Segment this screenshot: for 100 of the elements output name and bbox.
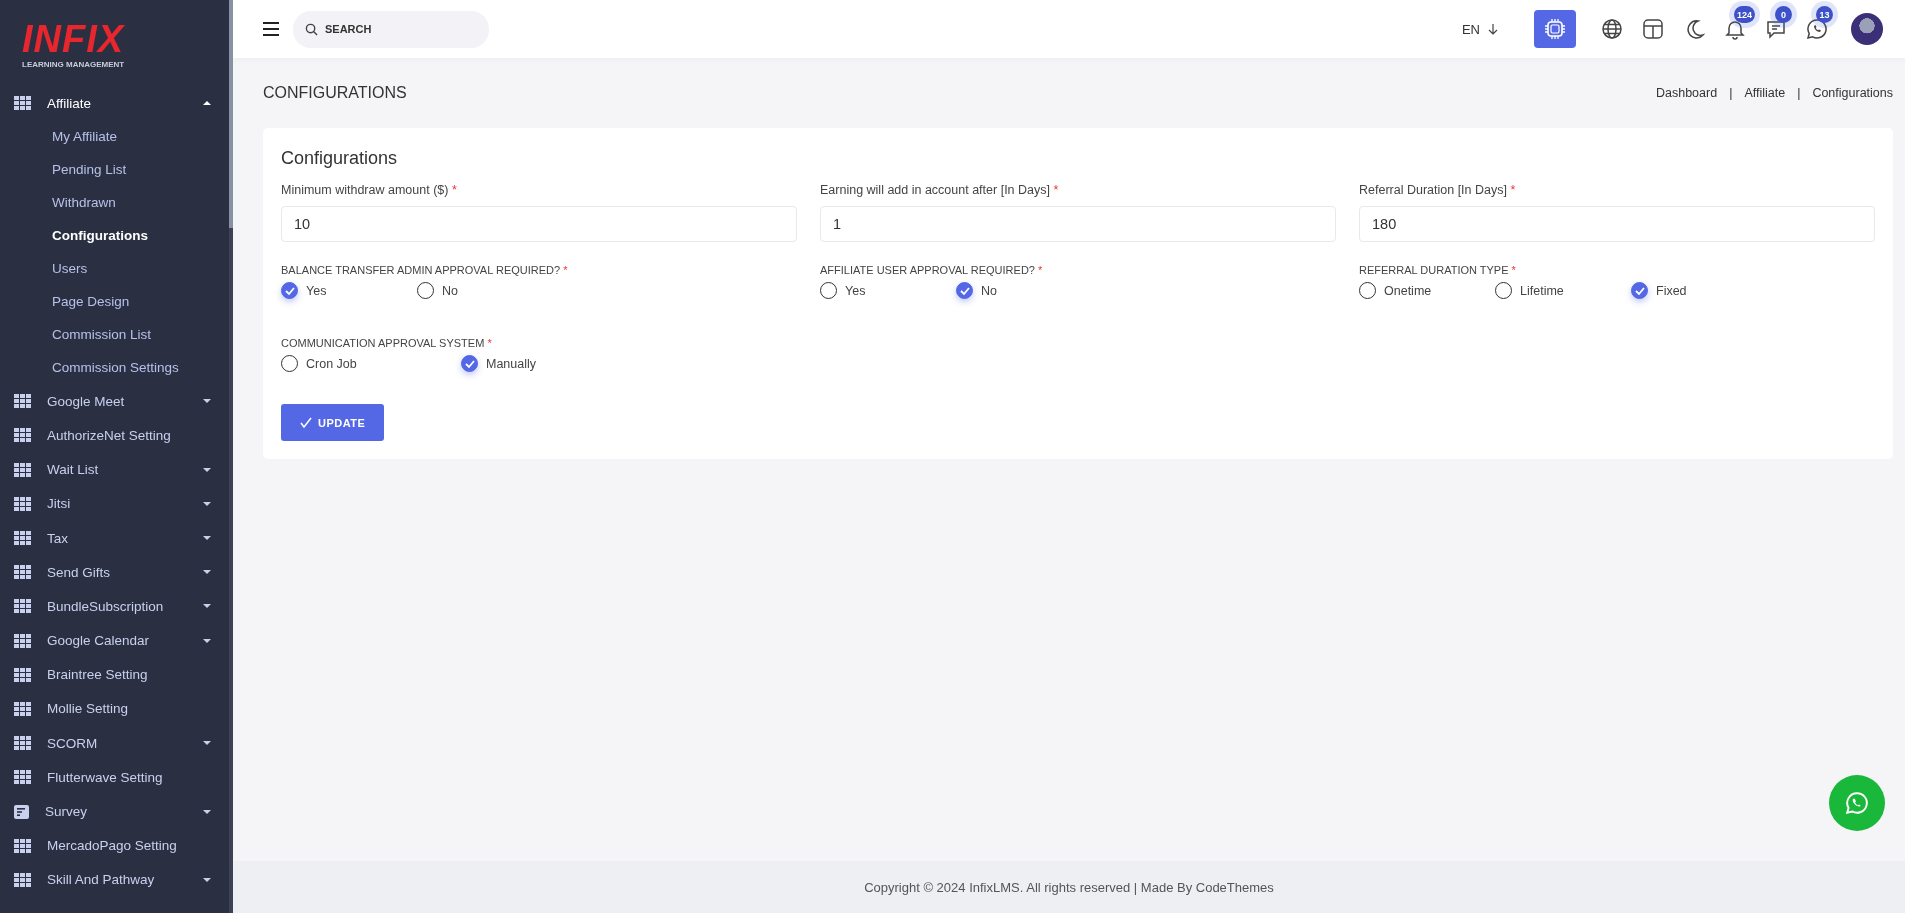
caret-icon	[203, 637, 211, 644]
sidebar-item[interactable]: Mollie Setting	[0, 691, 233, 727]
input-field[interactable]: 10	[281, 206, 797, 242]
field-label: Referral Duration [In Days] *	[1359, 183, 1517, 197]
field-label: REFERRAL DURATION TYPE *	[1359, 264, 1517, 276]
scrollbar-thumb[interactable]	[229, 0, 233, 228]
sidebar-item[interactable]: Google Meet	[0, 384, 233, 419]
caret-icon	[203, 740, 211, 747]
ai-button[interactable]	[1534, 10, 1576, 48]
logo-title: INFIX	[22, 20, 125, 58]
avatar[interactable]	[1851, 13, 1883, 45]
sidebar-subitem[interactable]: Commission Settings	[0, 351, 233, 385]
grid-icon	[14, 96, 31, 111]
breadcrumb-link[interactable]: Affiliate	[1744, 86, 1786, 100]
check-icon	[300, 417, 312, 428]
caret-icon	[203, 466, 211, 473]
sidebar-subitem[interactable]: Withdrawn	[0, 186, 233, 220]
caret-icon	[203, 535, 211, 542]
count-badge: 124	[1734, 6, 1756, 23]
radio-option[interactable]: Onetime	[1359, 282, 1495, 299]
sidebar-item[interactable]: SCORM	[0, 726, 233, 761]
update-button[interactable]: UPDATE	[281, 404, 385, 441]
radio-option[interactable]: Fixed	[1631, 282, 1767, 299]
globe-icon[interactable]	[1601, 18, 1623, 40]
radio-option[interactable]: No	[956, 282, 1092, 299]
grid-icon	[14, 599, 31, 614]
radio-option[interactable]: Yes	[281, 282, 417, 299]
grid-icon	[14, 565, 31, 580]
sidebar-item[interactable]: Affiliate	[0, 86, 233, 121]
caret-icon	[203, 603, 211, 610]
search-icon	[305, 22, 318, 36]
grid-icon	[14, 428, 31, 443]
grid-icon	[14, 872, 31, 887]
sidebar-item[interactable]: Survey	[0, 794, 233, 829]
grid-icon	[14, 462, 31, 477]
sidebar-subitem[interactable]: Commission List	[0, 318, 233, 352]
caret-icon	[203, 808, 211, 815]
sidebar-subitem[interactable]: Users	[0, 252, 233, 286]
chat-icon[interactable]	[1765, 18, 1787, 40]
count-badge: 13	[1816, 6, 1833, 23]
logo-subtitle: LEARNING MANAGEMENT	[22, 60, 125, 69]
field-label: AFFILIATE USER APPROVAL REQUIRED? *	[820, 264, 1044, 276]
sidebar-item[interactable]: Skill And Pathway	[0, 862, 233, 897]
sidebar-subitem[interactable]: My Affiliate	[0, 120, 233, 154]
sidebar-item[interactable]: Tax	[0, 520, 233, 556]
caret-icon	[203, 100, 211, 107]
search-field[interactable]: SEARCH	[293, 10, 489, 48]
grid-icon	[14, 667, 31, 682]
menu-icon[interactable]	[263, 22, 279, 36]
sidebar-item[interactable]: Braintree Setting	[0, 657, 233, 692]
sidebar-item[interactable]: Wait List	[0, 452, 233, 487]
arrow-down-icon	[1488, 23, 1498, 35]
grid-icon	[14, 531, 31, 546]
grid-icon	[14, 770, 31, 785]
input-field[interactable]: 1	[820, 206, 1336, 242]
sidebar-subitem[interactable]: Pending List	[0, 153, 233, 187]
page-title: CONFIGURATIONS	[263, 84, 407, 102]
sidebar-item[interactable]: Jitsi	[0, 486, 233, 521]
sidebar-item[interactable]: Flutterwave Setting	[0, 760, 233, 795]
grid-icon	[14, 394, 31, 409]
radio-option[interactable]: Lifetime	[1495, 282, 1631, 299]
grid-icon	[14, 736, 31, 751]
phone-chat-icon[interactable]	[1806, 18, 1828, 40]
layout-icon[interactable]	[1642, 18, 1664, 40]
sidebar-item[interactable]: BundleSubscription	[0, 589, 233, 624]
sidebar-subitem[interactable]: Page Design	[0, 285, 233, 319]
chat-button[interactable]	[1829, 775, 1885, 831]
grid-icon	[14, 496, 31, 511]
radio-option[interactable]: No	[417, 282, 553, 299]
count-badge: 0	[1775, 6, 1792, 23]
sidebar-item[interactable]: Google Calendar	[0, 623, 233, 658]
chip-icon	[1543, 17, 1567, 41]
caret-icon	[203, 500, 211, 507]
copyright-text: Copyright © 2024 InfixLMS. All rights reserved | Made By CodeThemes	[864, 879, 1274, 895]
radio-option[interactable]: Yes	[820, 282, 956, 299]
sidebar-item[interactable]: MercadoPago Setting	[0, 828, 233, 863]
breadcrumb-separator: |	[1797, 86, 1801, 100]
field-label: COMMUNICATION APPROVAL SYSTEM *	[281, 337, 493, 349]
radio-option[interactable]: Cron Job	[281, 355, 461, 372]
grid-icon	[14, 838, 31, 853]
grid-icon	[14, 701, 31, 716]
sidebar-item[interactable]: AuthorizeNet Setting	[0, 418, 233, 453]
field-label: BALANCE TRANSFER ADMIN APPROVAL REQUIRED? *	[281, 264, 569, 276]
breadcrumb-link[interactable]: Dashboard	[1655, 86, 1718, 100]
language-selector[interactable]: EN	[1461, 21, 1498, 37]
input-field[interactable]: 180	[1359, 206, 1875, 242]
whatsapp-icon	[1844, 790, 1870, 816]
sidebar-item[interactable]: Send Gifts	[0, 555, 233, 590]
field-label: Minimum withdraw amount ($) *	[281, 183, 458, 197]
radio-option[interactable]: Manually	[461, 355, 641, 372]
caret-icon	[203, 876, 211, 883]
sidebar-subitem[interactable]: Configurations	[0, 219, 233, 253]
grid-icon	[14, 633, 31, 648]
card-title: Configurations	[281, 148, 399, 169]
breadcrumb-link[interactable]: Configurations	[1812, 86, 1893, 100]
form-icon	[14, 804, 29, 819]
bell-icon[interactable]	[1724, 18, 1746, 40]
field-label: Earning will add in account after [In Days] *	[820, 183, 1060, 197]
caret-icon	[203, 569, 211, 576]
breadcrumb-separator: |	[1729, 86, 1733, 100]
